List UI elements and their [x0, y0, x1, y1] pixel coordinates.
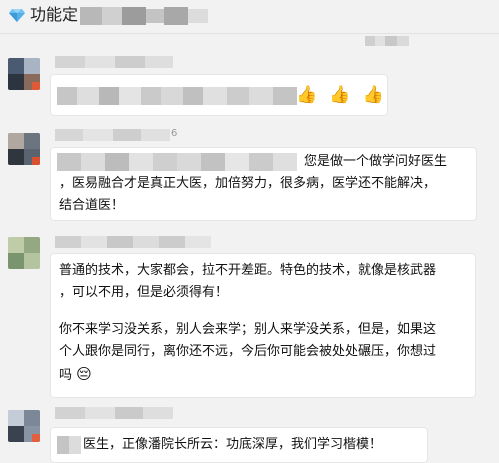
message-3: 普通的技术，大家都会，拉不开差距。特色的技术，就像是核武器 ，可以不用，但是必须…	[0, 229, 499, 409]
message-paragraph-2: 你不来学习没关系，别人会来学；别人来学没关系，但是，如果这 个人跟你是同行，离你…	[59, 319, 473, 387]
message-paragraph-2-text: 你不来学习没关系，别人会来学；别人来学没关系，但是，如果这 个人跟你是同行，离你…	[59, 322, 437, 383]
avatar[interactable]	[8, 58, 40, 90]
message-bubble[interactable]: 医生，正像潘院长所云：功底深厚，我们学习楷模！	[50, 427, 428, 463]
thumbs-up-icon: 👍	[296, 85, 318, 105]
message-bubble[interactable]: 您是做一个做学问好医生 ，医易融合才是真正大医，加倍努力，很多病，医学还不能解决…	[50, 147, 477, 221]
message-1: 👍 👍 👍	[0, 52, 499, 122]
timestamp	[365, 36, 410, 46]
message-4: 医生，正像潘院长所云：功底深厚，我们学习楷模！	[0, 405, 499, 463]
sender-name	[55, 236, 211, 248]
diamond-icon	[9, 9, 25, 22]
message-text: 您是做一个做学问好医生 ，医易融合才是真正大医，加倍努力，很多病，医学还不能解决…	[59, 154, 448, 213]
thumbs-up-icon: 👍	[362, 85, 384, 105]
sender-name	[55, 129, 170, 141]
chat-title: 功能定	[30, 5, 79, 24]
avatar[interactable]	[8, 237, 40, 269]
blurred-text	[57, 436, 81, 454]
message-text: 医生，正像潘院长所云：功底深厚，我们学习楷模！	[83, 437, 383, 452]
sender-name	[55, 407, 173, 419]
blurred-text	[57, 87, 297, 105]
sender-name-suffix: 6	[171, 128, 178, 139]
sad-face-icon: 😔	[76, 365, 92, 383]
blurred-title	[80, 7, 210, 25]
chat-header: 功能定	[0, 0, 499, 34]
message-bubble[interactable]: 普通的技术，大家都会，拉不开差距。特色的技术，就像是核武器 ，可以不用，但是必须…	[50, 253, 476, 398]
message-2: 6 您是做一个做学问好医生 ，医易融合才是真正大医，加倍努力，很多病，医学还不能…	[0, 125, 499, 225]
thumbs-up-icon: 👍	[329, 85, 351, 105]
sender-name	[55, 56, 173, 68]
message-paragraph-1: 普通的技术，大家都会，拉不开差距。特色的技术，就像是核武器 ，可以不用，但是必须…	[59, 263, 437, 300]
avatar[interactable]	[8, 410, 40, 442]
avatar[interactable]	[8, 133, 40, 165]
message-bubble[interactable]: 👍 👍 👍	[50, 74, 388, 116]
